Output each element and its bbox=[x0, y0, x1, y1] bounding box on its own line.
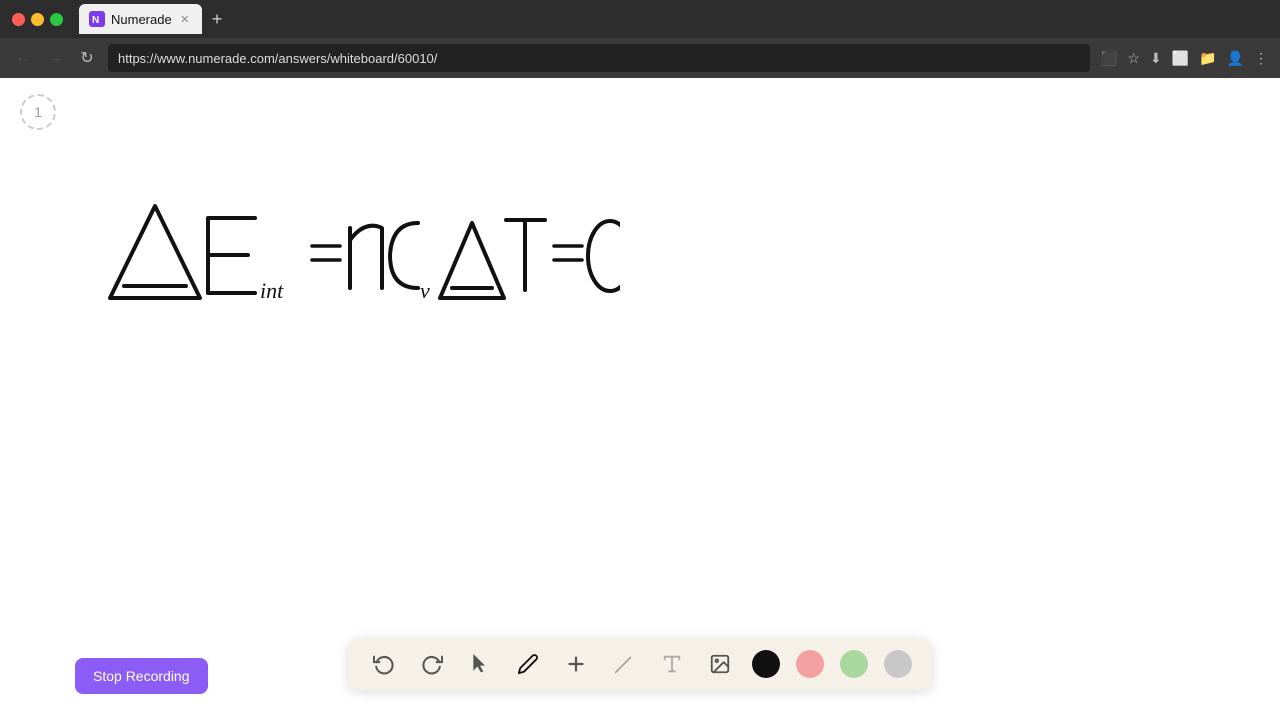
undo-button[interactable] bbox=[368, 648, 400, 680]
browser-toolbar-icons: ⬛ ☆ ⬇ ⬜ 📁 👤 ⋮ bbox=[1100, 50, 1268, 67]
tab-favicon: N bbox=[89, 11, 105, 27]
formula-svg: int v bbox=[100, 198, 620, 318]
redo-button[interactable] bbox=[416, 648, 448, 680]
formula-display: int v bbox=[100, 198, 620, 323]
apps-icon[interactable]: ⬜ bbox=[1172, 50, 1189, 67]
svg-text:int: int bbox=[260, 278, 284, 303]
tab-bar: N Numerade ✕ + bbox=[79, 4, 1268, 34]
close-button[interactable] bbox=[12, 13, 25, 26]
page-number: 1 bbox=[34, 104, 42, 120]
tab-label: Numerade bbox=[111, 12, 172, 27]
color-gray[interactable] bbox=[884, 650, 912, 678]
whiteboard-canvas[interactable]: 1 int v bbox=[0, 78, 1280, 720]
image-tool-button[interactable] bbox=[704, 648, 736, 680]
color-black[interactable] bbox=[752, 650, 780, 678]
fullscreen-button[interactable] bbox=[50, 13, 63, 26]
color-pink[interactable] bbox=[796, 650, 824, 678]
minimize-button[interactable] bbox=[31, 13, 44, 26]
cast-icon[interactable]: ⬛ bbox=[1100, 50, 1117, 67]
url-text: https://www.numerade.com/answers/whitebo… bbox=[118, 51, 437, 66]
refresh-button[interactable]: ↻ bbox=[76, 48, 98, 68]
stop-recording-button[interactable]: Stop Recording bbox=[75, 658, 208, 694]
title-bar: N Numerade ✕ + bbox=[0, 0, 1280, 38]
active-tab[interactable]: N Numerade ✕ bbox=[79, 4, 202, 34]
star-icon[interactable]: ☆ bbox=[1127, 50, 1140, 67]
svg-text:N: N bbox=[92, 15, 99, 26]
forward-button[interactable]: → bbox=[44, 49, 66, 67]
extension-icon[interactable]: ⬇ bbox=[1150, 50, 1162, 67]
drawing-toolbar bbox=[348, 638, 932, 690]
svg-text:v: v bbox=[420, 278, 430, 303]
browser-window: N Numerade ✕ + ← → ↻ https://www.numerad… bbox=[0, 0, 1280, 720]
add-element-button[interactable] bbox=[560, 648, 592, 680]
new-tab-button[interactable]: + bbox=[206, 9, 229, 30]
address-bar-row: ← → ↻ https://www.numerade.com/answers/w… bbox=[0, 38, 1280, 78]
bookmarks-icon[interactable]: 📁 bbox=[1199, 50, 1216, 67]
address-bar[interactable]: https://www.numerade.com/answers/whitebo… bbox=[108, 44, 1090, 72]
pen-tool-button[interactable] bbox=[512, 648, 544, 680]
back-button[interactable]: ← bbox=[12, 49, 34, 67]
traffic-lights bbox=[12, 13, 63, 26]
color-green[interactable] bbox=[840, 650, 868, 678]
tab-close-button[interactable]: ✕ bbox=[178, 12, 192, 26]
page-indicator: 1 bbox=[20, 94, 56, 130]
text-tool-button[interactable] bbox=[656, 648, 688, 680]
highlighter-tool-button[interactable] bbox=[608, 648, 640, 680]
select-tool-button[interactable] bbox=[464, 648, 496, 680]
profile-icon[interactable]: 👤 bbox=[1227, 50, 1244, 67]
menu-icon[interactable]: ⋮ bbox=[1254, 50, 1268, 67]
